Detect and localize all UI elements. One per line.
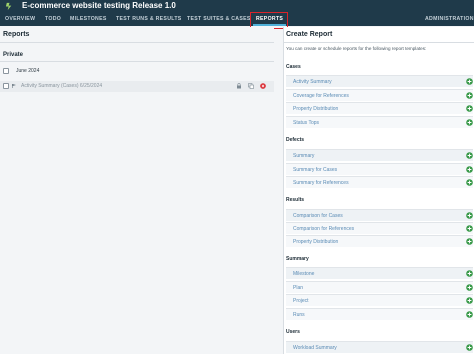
group-label: June 2024 <box>16 68 40 74</box>
plus-icon[interactable] <box>466 92 473 99</box>
template-row[interactable]: Property Distribution <box>286 102 473 114</box>
template-link[interactable]: Milestone <box>293 270 314 278</box>
tab-test-runs-results[interactable]: TEST RUNS & RESULTS <box>116 12 182 26</box>
group-checkbox[interactable] <box>3 68 9 74</box>
main-nav: OVERVIEW TODO MILESTONES TEST RUNS & RES… <box>0 12 474 26</box>
tab-test-suites-cases[interactable]: TEST SUITES & CASES <box>187 12 251 26</box>
page-title: Reports <box>3 31 30 38</box>
template-link[interactable]: Summary for References <box>293 179 349 187</box>
top-bar: E-commerce website testing Release 1.0 <box>0 0 474 12</box>
template-link[interactable]: Summary for Cases <box>293 166 337 174</box>
tab-administration[interactable]: ADMINISTRATION <box>425 12 474 26</box>
template-row[interactable]: Summary for References <box>286 176 473 188</box>
template-link[interactable]: Comparison for References <box>293 225 354 233</box>
plus-icon[interactable] <box>466 344 473 351</box>
plus-icon[interactable] <box>466 78 473 85</box>
lock-icon[interactable] <box>236 83 242 89</box>
section-title-summary: Summary <box>286 256 309 262</box>
template-row[interactable]: Summary <box>286 149 473 161</box>
section-title-defects: Defects <box>286 137 305 143</box>
template-row[interactable]: Property Distribution <box>286 235 473 247</box>
plus-icon[interactable] <box>466 238 473 245</box>
template-row[interactable]: Plan <box>286 281 473 293</box>
template-row[interactable]: Project <box>286 294 473 306</box>
tab-reports[interactable]: REPORTS <box>252 12 287 26</box>
tab-milestones[interactable]: MILESTONES <box>70 12 107 26</box>
group-row: June 2024 <box>0 66 274 77</box>
template-link[interactable]: Property Distribution <box>293 105 338 113</box>
divider <box>284 42 474 43</box>
plus-icon[interactable] <box>466 212 473 219</box>
template-link[interactable]: Activity Summary <box>293 78 332 86</box>
plus-icon[interactable] <box>466 270 473 277</box>
template-link[interactable]: Status Tops <box>293 119 319 127</box>
copy-icon[interactable] <box>248 83 254 89</box>
plus-icon[interactable] <box>466 284 473 291</box>
template-row[interactable]: Coverage for References <box>286 89 473 101</box>
report-checkbox[interactable] <box>3 83 9 89</box>
template-row[interactable]: Workload Summary <box>286 341 473 353</box>
template-row[interactable]: Activity Summary <box>286 75 473 87</box>
section-title-users: Users <box>286 329 300 335</box>
reports-panel: Reports Private June 2024 Activity Summa… <box>0 27 274 354</box>
plus-icon[interactable] <box>466 311 473 318</box>
template-link[interactable]: Runs <box>293 311 305 319</box>
template-row[interactable]: Summary for Cases <box>286 163 473 175</box>
template-link[interactable]: Project <box>293 297 309 305</box>
report-row[interactable]: Activity Summary (Cases) 6/25/2024 <box>0 81 274 92</box>
template-link[interactable]: Summary <box>293 152 314 160</box>
divider <box>0 61 274 62</box>
template-link[interactable]: Coverage for References <box>293 92 349 100</box>
template-row[interactable]: Status Tops <box>286 116 473 128</box>
template-row[interactable]: Comparison for References <box>286 222 473 234</box>
template-row[interactable]: Runs <box>286 308 473 320</box>
template-link[interactable]: Comparison for Cases <box>293 212 343 220</box>
plus-icon[interactable] <box>466 225 473 232</box>
report-link[interactable]: Activity Summary (Cases) 6/25/2024 <box>21 82 102 90</box>
private-section-title: Private <box>3 52 24 58</box>
plus-icon[interactable] <box>466 179 473 186</box>
tab-overview[interactable]: OVERVIEW <box>5 12 35 26</box>
template-row[interactable]: Milestone <box>286 267 473 279</box>
create-report-panel: Create Report You can create or schedule… <box>283 27 474 354</box>
divider <box>0 42 274 43</box>
section-title-cases: Cases <box>286 64 301 70</box>
template-link[interactable]: Property Distribution <box>293 238 338 246</box>
plus-icon[interactable] <box>466 297 473 304</box>
plus-icon[interactable] <box>466 105 473 112</box>
create-report-title: Create Report <box>286 31 333 38</box>
template-link[interactable]: Workload Summary <box>293 344 337 352</box>
flag-icon <box>12 84 16 88</box>
section-title-results: Results <box>286 197 305 203</box>
plus-icon[interactable] <box>466 119 473 126</box>
create-report-description: You can create or schedule reports for t… <box>286 46 427 51</box>
plus-icon[interactable] <box>466 166 473 173</box>
template-link[interactable]: Plan <box>293 284 303 292</box>
template-row[interactable]: Comparison for Cases <box>286 209 473 221</box>
plus-icon[interactable] <box>466 152 473 159</box>
logo-icon[interactable] <box>5 2 14 11</box>
project-title[interactable]: E-commerce website testing Release 1.0 <box>22 0 176 11</box>
delete-icon[interactable] <box>260 83 266 89</box>
tab-todo[interactable]: TODO <box>45 12 61 26</box>
